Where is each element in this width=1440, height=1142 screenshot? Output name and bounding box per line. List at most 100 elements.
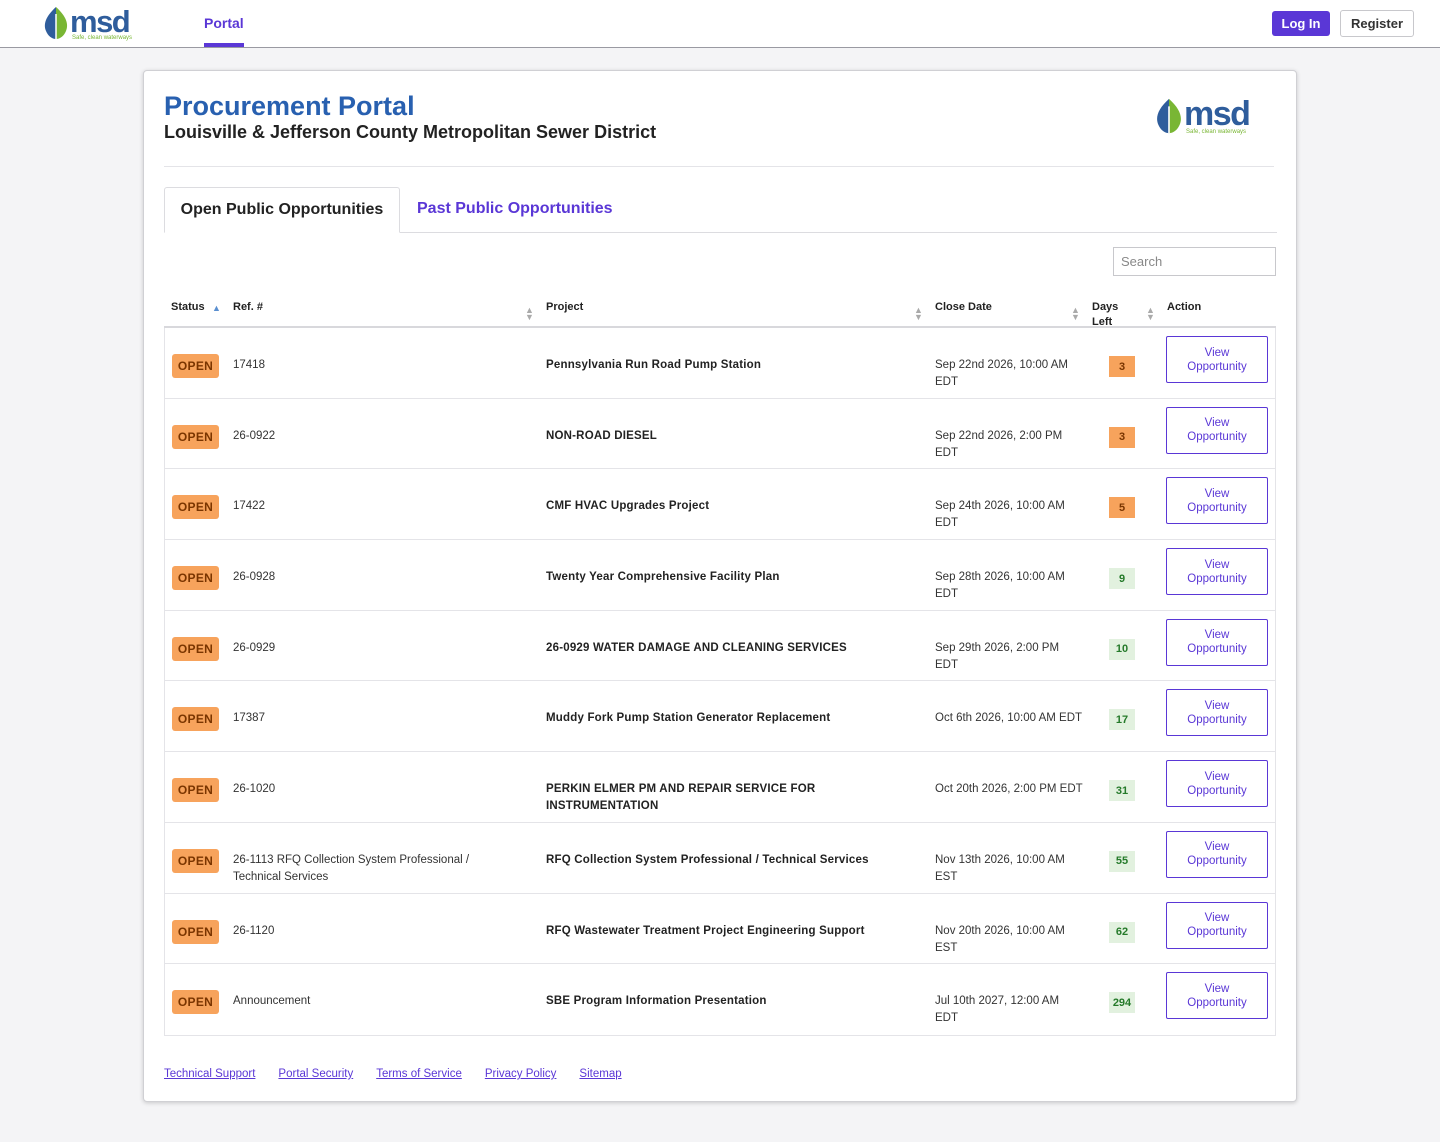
footer-links: Technical Support Portal Security Terms of… — [164, 1068, 645, 1080]
days-left-badge: 3 — [1109, 426, 1135, 448]
table-row: OPEN 26-0929 26-0929 WATER DAMAGE AND CLEA… — [165, 611, 1275, 682]
logo-tagline: Safe, clean waterways — [72, 35, 133, 41]
status-badge: OPEN — [172, 990, 219, 1015]
close-date: Sep 22nd 2026, 2:00 PM EDT — [935, 429, 1063, 459]
view-opportunity-button[interactable]: View Opportunity — [1166, 477, 1268, 525]
footer-link-terms-of-service[interactable]: Terms of Service — [376, 1068, 462, 1080]
close-date: Nov 13th 2026, 10:00 AM EST — [935, 853, 1065, 883]
status-badge: OPEN — [172, 495, 219, 520]
project-name: 26-0929 WATER DAMAGE AND CLEANING SERVIC… — [546, 641, 847, 654]
tab-open-opportunities[interactable]: Open Public Opportunities — [164, 187, 400, 233]
view-opportunity-button[interactable]: View Opportunity — [1166, 548, 1268, 596]
days-left-badge: 17 — [1109, 709, 1135, 731]
column-header-close-date[interactable]: Close Date — [935, 300, 992, 315]
sort-both-icon[interactable]: ▲ ▼ — [914, 306, 923, 322]
ref-number: Announcement — [233, 995, 311, 1008]
table-row: OPEN Announcement SBE Program Information … — [165, 964, 1275, 1035]
logo-tagline: Safe, clean waterways — [1186, 129, 1247, 135]
status-badge: OPEN — [172, 848, 219, 873]
leaf-icon — [44, 7, 68, 39]
sort-asc-icon[interactable]: ▲ — [212, 304, 221, 313]
days-left-badge: 10 — [1109, 638, 1135, 660]
ref-number: 17418 — [233, 359, 265, 371]
top-nav: msd Safe, clean waterways Portal Log In … — [0, 0, 1440, 48]
days-left-badge: 62 — [1109, 921, 1135, 943]
column-header-project[interactable]: Project — [546, 300, 583, 315]
logo-word: msd — [70, 4, 131, 39]
project-name: RFQ Wastewater Treatment Project Enginee… — [546, 924, 865, 937]
ref-number: 26-1113 RFQ Collection System Profession… — [233, 853, 470, 883]
msd-logo[interactable]: msd Safe, clean waterways — [42, 6, 132, 41]
status-badge: OPEN — [172, 707, 219, 732]
table-row: OPEN 17422 CMF HVAC Upgrades Project Sep 24… — [165, 469, 1275, 541]
page-subtitle: Louisville & Jefferson County Metropolit… — [164, 122, 657, 142]
table-row: OPEN 26-0922 NON-ROAD DIESEL Sep 22nd 2026,… — [165, 399, 1275, 470]
table-row: OPEN 26-1020 PERKIN ELMER PM AND REPAIR SE… — [165, 752, 1275, 823]
days-left-badge: 3 — [1109, 356, 1135, 377]
close-date: Sep 24th 2026, 10:00 AM EDT — [935, 500, 1065, 530]
footer-link-technical-support[interactable]: Technical Support — [164, 1068, 255, 1080]
footer-link-sitemap[interactable]: Sitemap — [579, 1068, 621, 1080]
close-date: Sep 22nd 2026, 10:00 AM EDT — [935, 359, 1068, 388]
leaf-icon — [1157, 98, 1181, 134]
view-opportunity-button[interactable]: View Opportunity — [1166, 901, 1268, 949]
search-input[interactable] — [1113, 247, 1276, 276]
table-row: OPEN 26-1113 RFQ Collection System Profes… — [165, 823, 1275, 894]
column-header-status[interactable]: Status — [171, 300, 205, 315]
table-row: OPEN 17418 Pennsylvania Run Road Pump Stat… — [165, 328, 1275, 399]
ref-number: 26-1020 — [233, 783, 276, 796]
status-badge: OPEN — [172, 354, 219, 378]
project-name: RFQ Collection System Professional / Tec… — [546, 853, 869, 866]
column-header-days-left[interactable]: Days Left — [1092, 300, 1126, 330]
days-left-badge: 294 — [1109, 992, 1135, 1014]
view-opportunity-button[interactable]: View Opportunity — [1166, 618, 1268, 666]
project-name: CMF HVAC Upgrades Project — [546, 500, 710, 513]
column-header-action: Action — [1167, 301, 1202, 313]
ref-number: 26-0922 — [233, 429, 276, 442]
sort-both-icon[interactable]: ▲ ▼ — [1146, 306, 1155, 322]
ref-number: 26-1120 — [233, 924, 275, 937]
status-badge: OPEN — [172, 424, 219, 449]
sort-both-icon[interactable]: ▲ ▼ — [525, 306, 534, 322]
project-name: PERKIN ELMER PM AND REPAIR SERVICE FOR I… — [546, 783, 816, 813]
page-title: Procurement Portal — [164, 91, 415, 121]
project-name: NON-ROAD DIESEL — [546, 429, 657, 442]
view-opportunity-button[interactable]: View Opportunity — [1166, 689, 1268, 737]
view-opportunity-button[interactable]: View Opportunity — [1166, 336, 1268, 383]
tab-past-opportunities[interactable]: Past Public Opportunities — [417, 200, 613, 218]
project-name: SBE Program Information Presentation — [546, 995, 767, 1008]
status-badge: OPEN — [172, 919, 219, 944]
ref-number: 17387 — [233, 712, 265, 725]
close-date: Nov 20th 2026, 10:00 AM EST — [935, 924, 1065, 954]
project-name: Muddy Fork Pump Station Generator Replac… — [546, 712, 831, 725]
status-badge: OPEN — [172, 778, 219, 803]
procurement-card: Procurement Portal Louisville & Jefferso… — [143, 70, 1297, 1102]
days-left-badge: 31 — [1109, 780, 1135, 802]
table-body: OPEN 17418 Pennsylvania Run Road Pump Stat… — [164, 328, 1276, 1036]
ref-number: 26-0928 — [233, 571, 276, 584]
table-row: OPEN 26-1120 RFQ Wastewater Treatment Proj… — [165, 894, 1275, 965]
project-name: Pennsylvania Run Road Pump Station — [546, 359, 762, 371]
nav-tab-portal[interactable]: Portal — [204, 15, 244, 31]
days-left-badge: 55 — [1109, 850, 1135, 872]
status-badge: OPEN — [172, 636, 219, 661]
active-tab-indicator — [204, 43, 244, 47]
register-button[interactable]: Register — [1340, 10, 1414, 37]
table-row: OPEN 26-0928 Twenty Year Comprehensive Fac… — [165, 540, 1275, 611]
login-button[interactable]: Log In — [1272, 11, 1330, 36]
table-row: OPEN 17387 Muddy Fork Pump Station Generat… — [165, 681, 1275, 753]
days-left-badge: 5 — [1109, 497, 1135, 519]
ref-number: 17422 — [233, 500, 265, 513]
footer-link-privacy-policy[interactable]: Privacy Policy — [485, 1068, 557, 1080]
footer-link-portal-security[interactable]: Portal Security — [278, 1068, 353, 1080]
view-opportunity-button[interactable]: View Opportunity — [1166, 406, 1268, 454]
sort-both-icon[interactable]: ▲ ▼ — [1071, 306, 1080, 322]
status-badge: OPEN — [172, 566, 219, 591]
opportunities-table: Status ▲ Ref. # ▲ ▼ Project ▲ ▼ Close Date… — [164, 281, 1276, 1036]
view-opportunity-button[interactable]: View Opportunity — [1166, 830, 1268, 878]
close-date: Jul 10th 2027, 12:00 AM EDT — [935, 995, 1060, 1025]
view-opportunity-button[interactable]: View Opportunity — [1166, 760, 1268, 808]
view-opportunity-button[interactable]: View Opportunity — [1166, 972, 1268, 1020]
column-header-ref[interactable]: Ref. # — [233, 300, 263, 315]
close-date: Oct 6th 2026, 10:00 AM EDT — [935, 712, 1083, 725]
